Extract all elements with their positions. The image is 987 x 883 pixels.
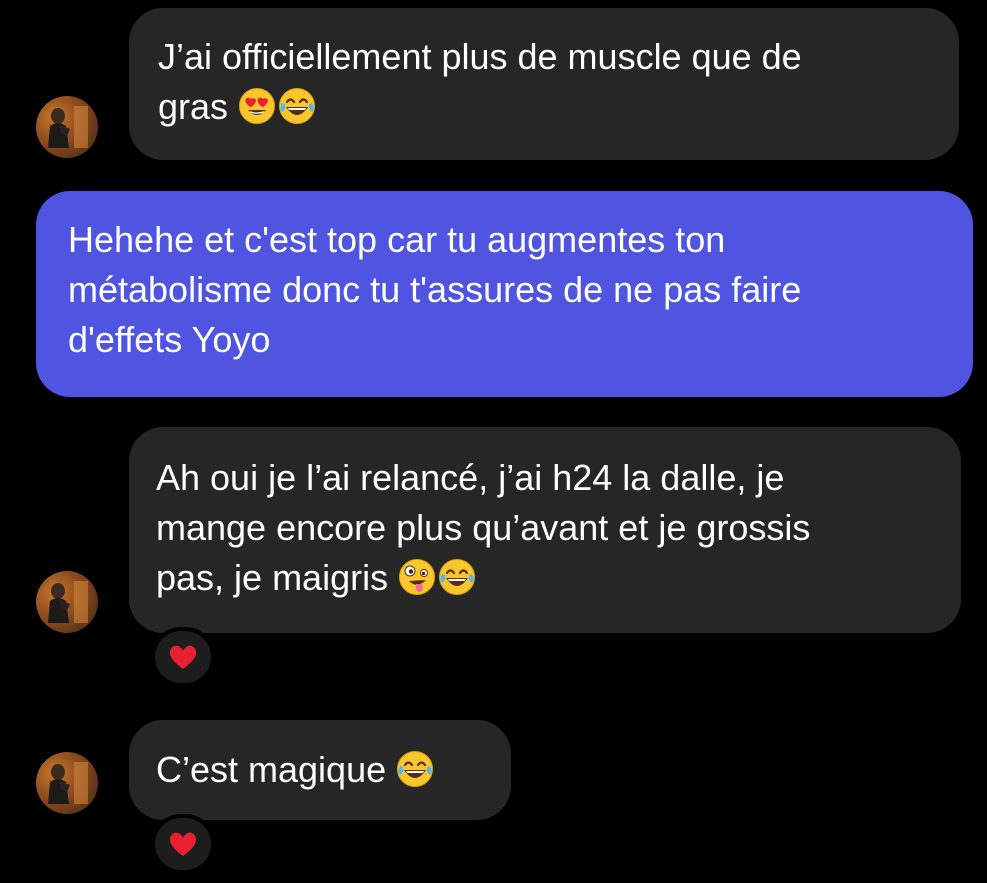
- tears-of-joy-emoji-icon: [278, 87, 316, 125]
- avatar-image: [36, 96, 98, 158]
- message-text: Ah oui je l’ai relancé, j’ai h24 la dall…: [156, 457, 811, 598]
- avatar-image: [36, 752, 98, 814]
- message-text: C’est magique: [156, 749, 387, 790]
- message-bubble-outgoing[interactable]: Hehehe et c'est top car tu augmentes ton…: [36, 191, 973, 397]
- heart-icon: [168, 830, 198, 858]
- zany-face-emoji-icon: [398, 558, 436, 596]
- message-bubble-incoming[interactable]: C’est magique: [129, 720, 511, 820]
- heart-reaction[interactable]: [151, 814, 215, 874]
- tears-of-joy-emoji-icon: [396, 750, 434, 788]
- avatar-image: [36, 571, 98, 633]
- heart-reaction[interactable]: [151, 627, 215, 687]
- heart-eyes-emoji-icon: [238, 87, 276, 125]
- heart-icon: [168, 643, 198, 671]
- message-bubble-incoming[interactable]: Ah oui je l’ai relancé, j’ai h24 la dall…: [129, 427, 961, 633]
- message-text: Hehehe et c'est top car tu augmentes ton…: [68, 219, 802, 360]
- contact-avatar[interactable]: [36, 96, 98, 158]
- contact-avatar[interactable]: [36, 752, 98, 814]
- contact-avatar[interactable]: [36, 571, 98, 633]
- message-bubble-incoming[interactable]: J’ai officiellement plus de muscle que d…: [129, 8, 959, 160]
- tears-of-joy-emoji-icon: [438, 558, 476, 596]
